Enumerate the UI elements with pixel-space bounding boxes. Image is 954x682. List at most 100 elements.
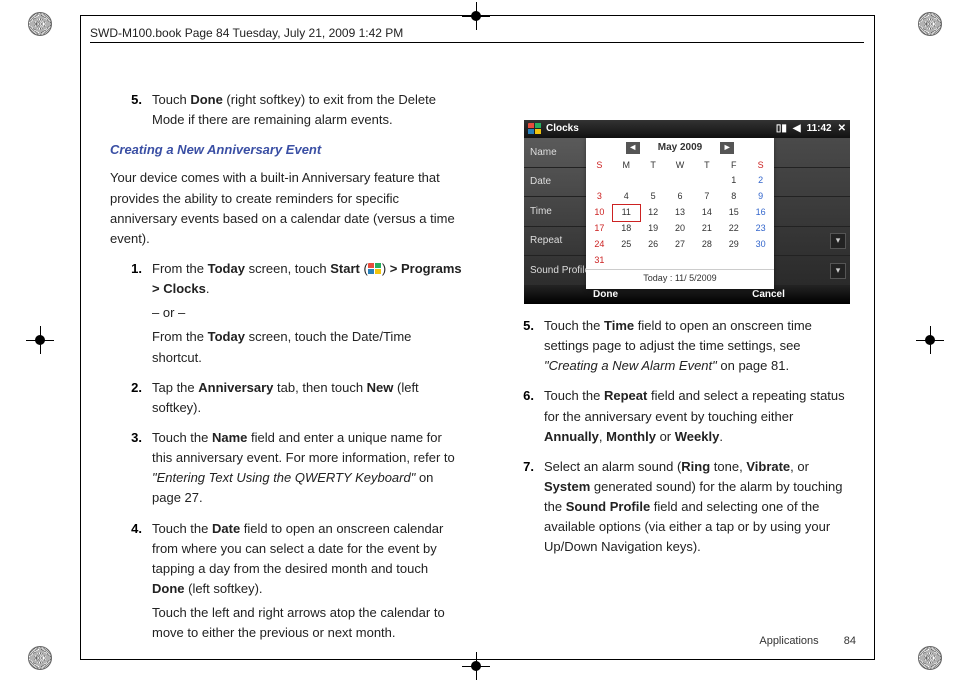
calendar-day[interactable]: 18 <box>613 221 640 237</box>
calendar-day[interactable]: 27 <box>667 237 694 253</box>
step-number: 5. <box>110 90 152 130</box>
calendar-next-icon[interactable]: ► <box>720 142 734 154</box>
calendar-day[interactable]: 15 <box>720 205 747 221</box>
calendar-day[interactable]: 23 <box>747 221 774 237</box>
volume-icon: ◀ <box>793 121 801 137</box>
calendar-day <box>667 173 694 189</box>
chevron-down-icon: ▾ <box>830 263 846 279</box>
calendar-day[interactable]: 11 <box>613 205 640 221</box>
header-text: SWD-M100.book Page 84 Tuesday, July 21, … <box>90 26 403 40</box>
calendar-day <box>613 253 640 269</box>
calendar-day <box>747 253 774 269</box>
calendar-day[interactable]: 30 <box>747 237 774 253</box>
intro-paragraph: Your device comes with a built-in Annive… <box>110 168 462 249</box>
calendar-day[interactable]: 5 <box>640 189 667 205</box>
step-number: 6. <box>502 386 544 446</box>
step-body: Touch the Name field and enter a unique … <box>152 428 462 509</box>
step-number: 7. <box>502 457 544 558</box>
step-body: Touch the Repeat field and select a repe… <box>544 386 854 446</box>
calendar-day[interactable]: 9 <box>747 189 774 205</box>
calendar-prev-icon[interactable]: ◄ <box>626 142 640 154</box>
calendar-day[interactable]: 26 <box>640 237 667 253</box>
calendar-day <box>640 253 667 269</box>
calendar-day[interactable]: 13 <box>667 205 694 221</box>
calendar-day[interactable]: 28 <box>693 237 720 253</box>
calendar-day[interactable]: 16 <box>747 205 774 221</box>
step-body: Select an alarm sound (Ring tone, Vibrat… <box>544 457 854 558</box>
calendar-day[interactable]: 8 <box>720 189 747 205</box>
calendar-day <box>667 253 694 269</box>
chevron-down-icon: ▾ <box>830 233 846 249</box>
calendar-day[interactable]: 2 <box>747 173 774 189</box>
calendar-day[interactable]: 4 <box>613 189 640 205</box>
close-icon: ✕ <box>838 121 846 137</box>
footer-page-number: 84 <box>844 635 856 647</box>
step-body: From the Today screen, touch Start () > … <box>152 259 462 368</box>
calendar-day[interactable]: 29 <box>720 237 747 253</box>
calendar-day[interactable]: 24 <box>586 237 613 253</box>
calendar-day[interactable]: 22 <box>720 221 747 237</box>
step-body: Tap the Anniversary tab, then touch New … <box>152 378 462 418</box>
calendar-popup: ◄ May 2009 ► SMTWTFS12345678910111213141… <box>586 138 774 289</box>
step-1: 1. From the Today screen, touch Start ()… <box>110 259 462 368</box>
calendar-month: May 2009 <box>658 140 702 156</box>
left-column: 5. Touch Done (right softkey) to exit fr… <box>110 90 462 653</box>
step-5-prev: 5. Touch Done (right softkey) to exit fr… <box>110 90 462 130</box>
calendar-day[interactable]: 14 <box>693 205 720 221</box>
signal-icon: ▯▮ <box>776 121 787 137</box>
step-3: 3. Touch the Name field and enter a uniq… <box>110 428 462 509</box>
step-body: Touch the Date field to open an onscreen… <box>152 519 462 644</box>
calendar-dow: F <box>720 158 747 174</box>
step-body: Touch Done (right softkey) to exit from … <box>152 90 462 130</box>
calendar-dow: M <box>613 158 640 174</box>
calendar-day <box>693 173 720 189</box>
windows-start-icon <box>368 263 382 275</box>
calendar-day[interactable]: 17 <box>586 221 613 237</box>
calendar-day <box>693 253 720 269</box>
footer-section: Applications <box>759 635 818 647</box>
screenshot-titlebar: Clocks ▯▮ ◀ 11:42 ✕ <box>524 120 850 138</box>
calendar-day <box>720 253 747 269</box>
step-6: 6. Touch the Repeat field and select a r… <box>502 386 854 446</box>
crop-side-left <box>26 326 54 354</box>
step-number: 4. <box>110 519 152 644</box>
windows-flag-icon <box>528 123 542 135</box>
calendar-day[interactable]: 1 <box>720 173 747 189</box>
device-screenshot: Clocks ▯▮ ◀ 11:42 ✕ Name Date Time Repea… <box>524 120 850 304</box>
calendar-today[interactable]: Today : 11/ 5/2009 <box>586 269 774 289</box>
calendar-day <box>640 173 667 189</box>
step-5: 5. Touch the Time field to open an onscr… <box>502 316 854 376</box>
step-number: 2. <box>110 378 152 418</box>
calendar-day[interactable]: 25 <box>613 237 640 253</box>
calendar-day[interactable]: 3 <box>586 189 613 205</box>
step-7: 7. Select an alarm sound (Ring tone, Vib… <box>502 457 854 558</box>
section-heading: Creating a New Anniversary Event <box>110 140 462 160</box>
calendar-header: ◄ May 2009 ► <box>586 138 774 158</box>
screenshot-body: Name Date Time Repeat Sound Profile ▾ ▾ … <box>524 138 850 286</box>
calendar-day[interactable]: 12 <box>640 205 667 221</box>
calendar-day[interactable]: 21 <box>693 221 720 237</box>
calendar-grid: SMTWTFS123456789101112131415161718192021… <box>586 158 774 270</box>
calendar-day[interactable]: 19 <box>640 221 667 237</box>
calendar-dow: T <box>693 158 720 174</box>
calendar-day[interactable]: 31 <box>586 253 613 269</box>
header-rule <box>90 42 864 43</box>
step-alt: From the Today screen, touch the Date/Ti… <box>152 327 462 367</box>
step-body: Touch the Time field to open an onscreen… <box>544 316 854 376</box>
step-2: 2. Tap the Anniversary tab, then touch N… <box>110 378 462 418</box>
crop-side-right <box>916 326 944 354</box>
calendar-day[interactable]: 10 <box>586 205 613 221</box>
calendar-dow: W <box>667 158 694 174</box>
step-sub: Touch the left and right arrows atop the… <box>152 603 462 643</box>
calendar-day <box>586 173 613 189</box>
crop-rosette-tl <box>28 12 52 36</box>
step-number: 3. <box>110 428 152 509</box>
crop-rosette-bl <box>28 646 52 670</box>
calendar-day[interactable]: 7 <box>693 189 720 205</box>
page-footer: Applications 84 <box>759 635 856 647</box>
calendar-day[interactable]: 20 <box>667 221 694 237</box>
crop-rosette-tr <box>918 12 942 36</box>
calendar-day[interactable]: 6 <box>667 189 694 205</box>
right-column: Clocks ▯▮ ◀ 11:42 ✕ Name Date Time Repea… <box>502 60 854 568</box>
calendar-day <box>613 173 640 189</box>
